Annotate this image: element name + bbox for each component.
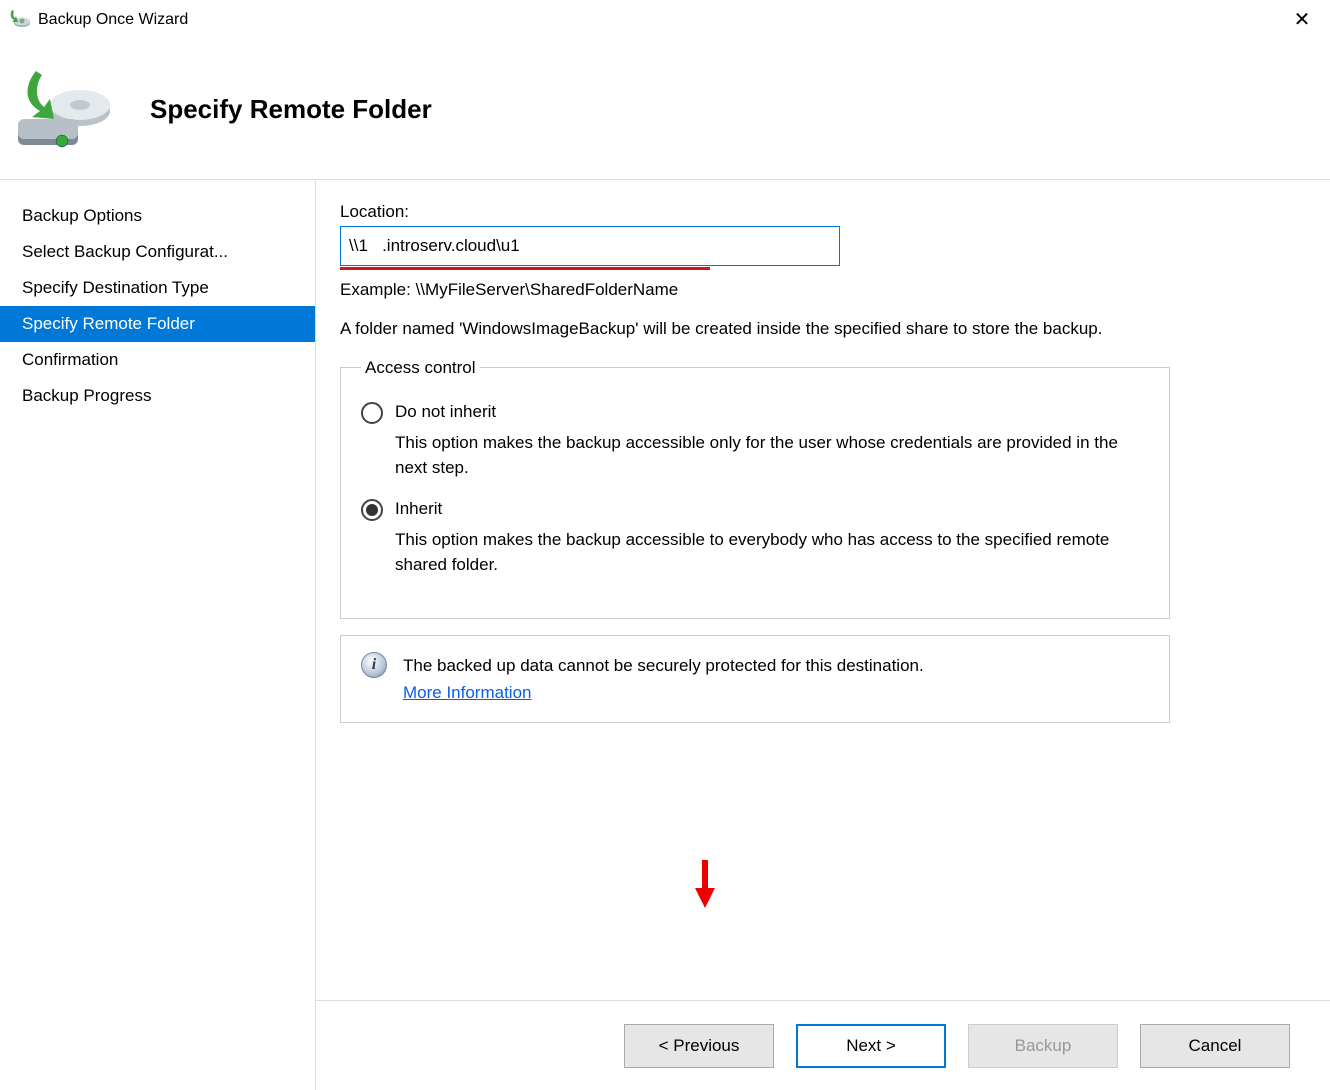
step-select-backup-configuration[interactable]: Select Backup Configurat... [0,234,315,270]
annotation-arrow [702,860,708,892]
radio-inherit-desc: This option makes the backup accessible … [395,527,1149,578]
more-information-link[interactable]: More Information [403,683,532,702]
wizard-footer: < Previous Next > Backup Cancel [316,1000,1330,1090]
radio-inherit[interactable]: Inherit [361,497,1149,521]
close-icon[interactable]: ✕ [1282,0,1322,40]
step-specify-remote-folder[interactable]: Specify Remote Folder [0,306,315,342]
info-panel: i The backed up data cannot be securely … [340,635,1170,723]
cancel-button[interactable]: Cancel [1140,1024,1290,1068]
step-specify-destination-type[interactable]: Specify Destination Type [0,270,315,306]
radio-label: Inherit [395,499,442,519]
location-label: Location: [340,202,1306,222]
access-control-legend: Access control [361,358,480,378]
radio-do-not-inherit-desc: This option makes the backup accessible … [395,430,1149,481]
example-text: Example: \\MyFileServer\SharedFolderName [340,280,1306,300]
location-input[interactable] [340,226,840,266]
radio-icon [361,402,383,424]
step-confirmation[interactable]: Confirmation [0,342,315,378]
annotation-underline [340,267,710,270]
step-backup-options[interactable]: Backup Options [0,198,315,234]
wizard-icon [10,55,120,165]
next-button[interactable]: Next > [796,1024,946,1068]
info-icon: i [361,652,387,678]
window-title: Backup Once Wizard [38,11,188,29]
radio-icon [361,499,383,521]
folder-description: A folder named 'WindowsImageBackup' will… [340,316,1150,342]
step-backup-progress[interactable]: Backup Progress [0,378,315,414]
wizard-steps-sidebar: Backup Options Select Backup Configurat.… [0,180,316,1090]
wizard-header: Specify Remote Folder [0,40,1330,180]
page-title: Specify Remote Folder [150,94,432,125]
info-text: The backed up data cannot be securely pr… [403,652,924,679]
titlebar: Backup Once Wizard ✕ [0,0,1330,40]
access-control-group: Access control Do not inherit This optio… [340,358,1170,619]
app-icon [8,8,32,32]
radio-label: Do not inherit [395,402,496,422]
previous-button[interactable]: < Previous [624,1024,774,1068]
backup-button: Backup [968,1024,1118,1068]
radio-do-not-inherit[interactable]: Do not inherit [361,400,1149,424]
